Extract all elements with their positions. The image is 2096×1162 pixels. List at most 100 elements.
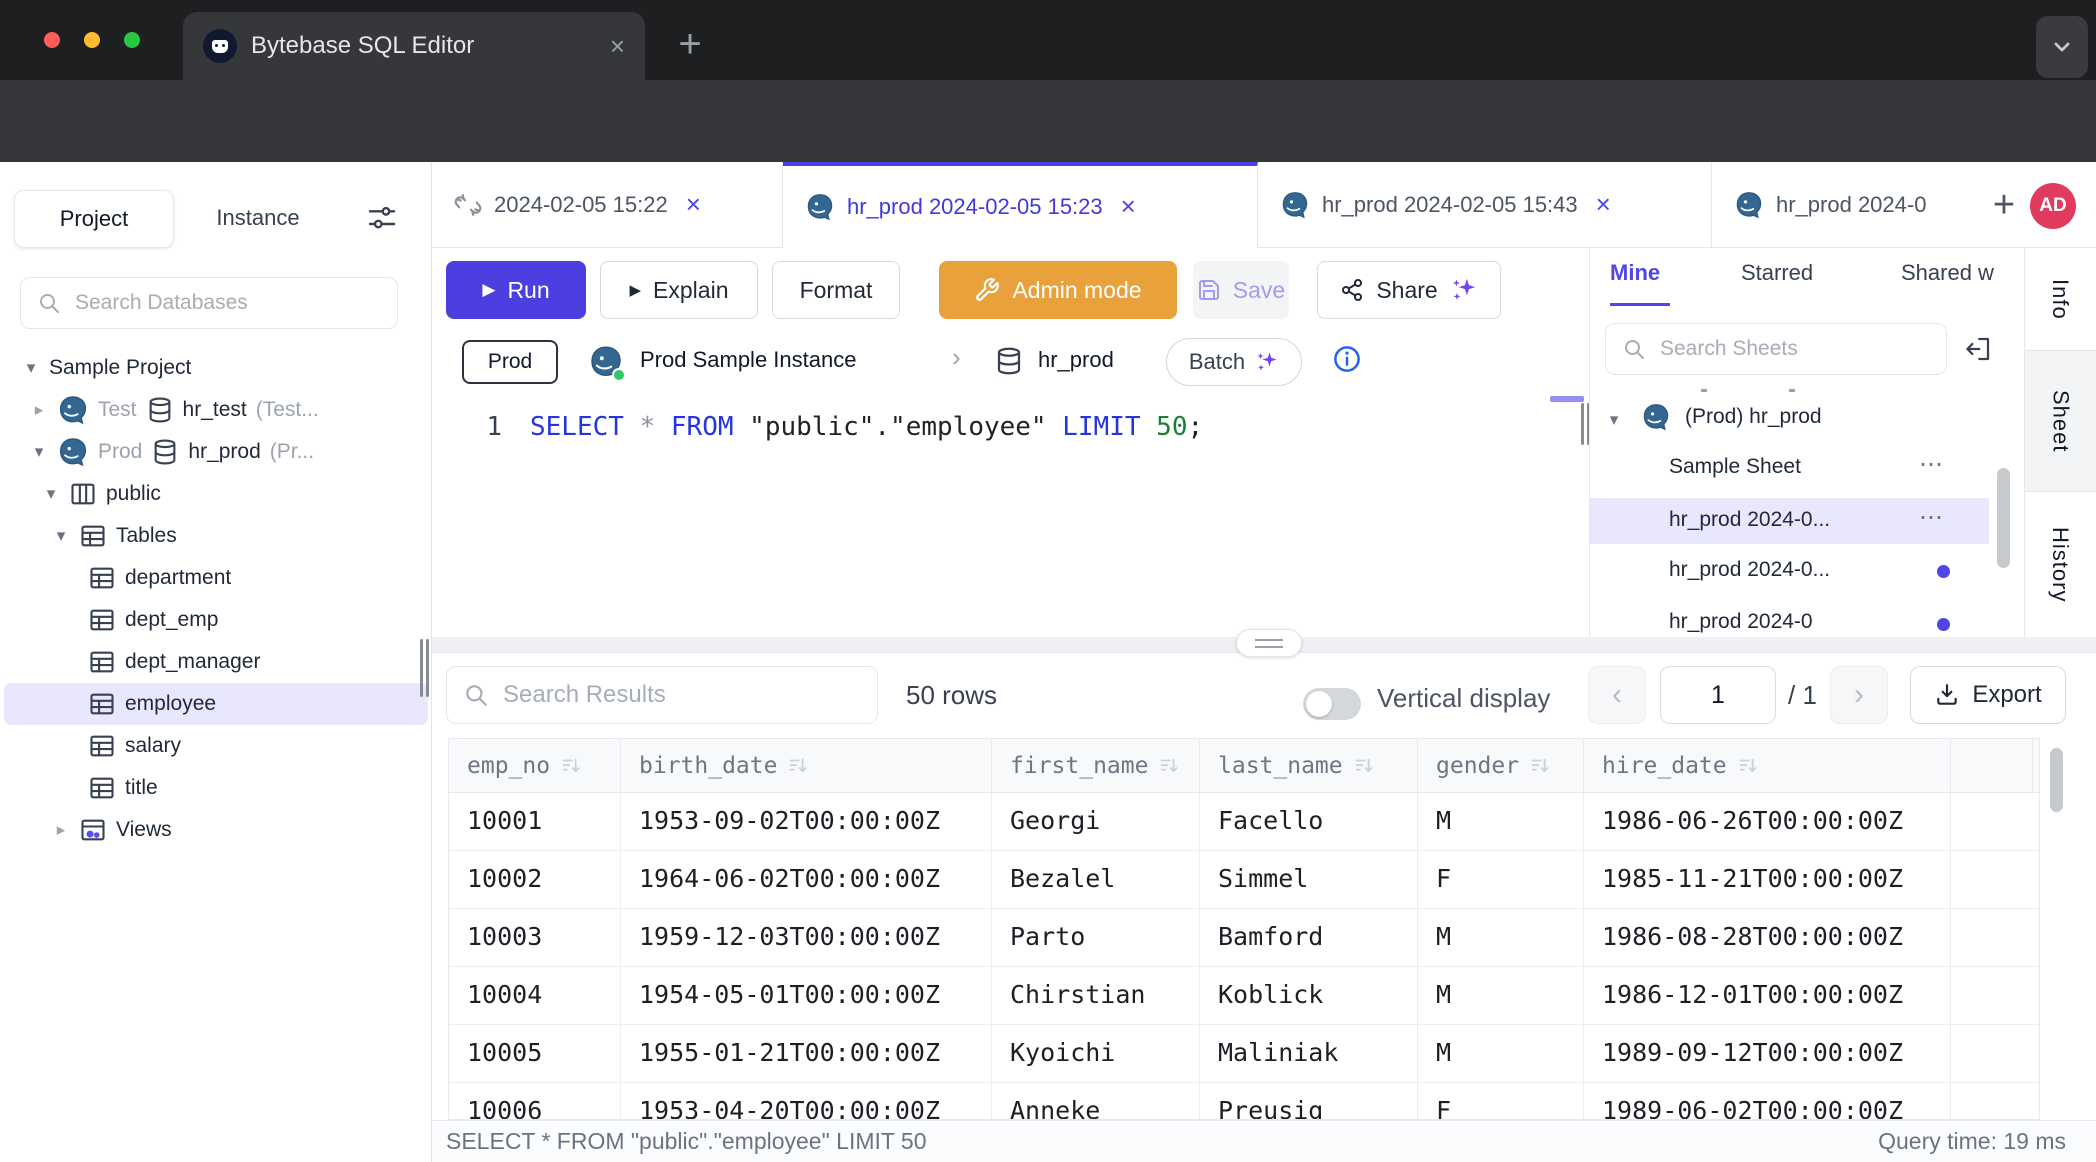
- table-row[interactable]: 100051955-01-21T00:00:00ZKyoichiMaliniak…: [449, 1025, 2039, 1083]
- new-sheet-tab-button[interactable]: +: [1980, 178, 2028, 232]
- tree-item-schema-public[interactable]: ▾ public: [0, 473, 432, 515]
- column-header[interactable]: first_name: [992, 739, 1200, 792]
- batch-button[interactable]: Batch: [1166, 338, 1302, 386]
- admin-mode-button[interactable]: Admin mode: [939, 261, 1177, 319]
- sheet-item[interactable]: Sample Sheet: [1669, 455, 1801, 479]
- table-row[interactable]: 100061953-04-20T00:00:00ZAnnekePreusigF1…: [449, 1083, 2039, 1120]
- search-databases-input[interactable]: [73, 290, 381, 316]
- tree-item-table-dept-manager[interactable]: dept_manager: [0, 641, 432, 683]
- scrollbar-thumb[interactable]: [1997, 468, 2010, 568]
- panel-resize-handle[interactable]: [1581, 403, 1584, 445]
- caret-down-icon[interactable]: ▾: [1605, 410, 1623, 430]
- tree-item-table-department[interactable]: department: [0, 557, 432, 599]
- column-header[interactable]: gender: [1418, 739, 1584, 792]
- tree-item-hr-test[interactable]: ▸ Test hr_test (Test...: [0, 389, 432, 431]
- explain-button[interactable]: ▶ Explain: [600, 261, 758, 319]
- window-close-button[interactable]: [44, 32, 60, 48]
- sort-icon[interactable]: [560, 755, 582, 777]
- sheet-item[interactable]: hr_prod 2024-0: [1669, 610, 1813, 634]
- close-icon[interactable]: ×: [1121, 191, 1136, 222]
- play-icon: ▶: [482, 280, 495, 300]
- sort-icon[interactable]: [1353, 755, 1375, 777]
- next-page-button[interactable]: ›: [1830, 666, 1888, 724]
- table-scrollbar-thumb[interactable]: [2050, 748, 2063, 812]
- tab-shared-with-me[interactable]: Shared w: [1901, 260, 2023, 286]
- window-minimize-button[interactable]: [84, 32, 100, 48]
- column-header[interactable]: last_name: [1200, 739, 1418, 792]
- prev-page-button[interactable]: ‹: [1588, 666, 1646, 724]
- info-icon[interactable]: [1332, 344, 1362, 374]
- caret-right-icon[interactable]: ▸: [52, 820, 70, 840]
- breadcrumb-database[interactable]: hr_prod: [1038, 347, 1114, 373]
- export-button[interactable]: Export: [1910, 666, 2066, 724]
- new-tab-button[interactable]: +: [668, 22, 712, 66]
- sort-icon[interactable]: [1529, 755, 1551, 777]
- tree-item-views-group[interactable]: ▸ Views: [0, 809, 432, 851]
- tab-close-icon[interactable]: ×: [610, 31, 625, 62]
- tab-mine[interactable]: Mine: [1610, 260, 1660, 286]
- table-row[interactable]: 100011953-09-02T00:00:00ZGeorgiFacelloM1…: [449, 793, 2039, 851]
- caret-down-icon[interactable]: ▾: [22, 358, 40, 378]
- column-header[interactable]: hire_date: [1584, 739, 1951, 792]
- close-icon[interactable]: ×: [686, 189, 701, 220]
- sidebar-resize-handle[interactable]: [420, 639, 423, 697]
- sheet-tab-2-active[interactable]: hr_prod 2024-02-05 15:23 ×: [783, 162, 1258, 248]
- tab-history[interactable]: History: [2024, 492, 2096, 637]
- sort-icon[interactable]: [1737, 755, 1759, 777]
- window-zoom-button[interactable]: [124, 32, 140, 48]
- run-button[interactable]: ▶ Run: [446, 261, 586, 319]
- tree-item-table-title[interactable]: title: [0, 767, 432, 809]
- table-row[interactable]: 100041954-05-01T00:00:00ZChirstianKoblic…: [449, 967, 2039, 1025]
- sheet-group-label[interactable]: (Prod) hr_prod: [1685, 405, 1822, 429]
- tab-instance[interactable]: Instance: [196, 190, 320, 246]
- caret-right-icon[interactable]: ▸: [30, 400, 48, 420]
- search-sheets-input[interactable]: [1658, 336, 1930, 362]
- save-button[interactable]: Save: [1193, 261, 1289, 319]
- import-sheet-icon[interactable]: [1963, 334, 1993, 364]
- tab-sheet[interactable]: Sheet: [2024, 350, 2096, 492]
- sheet-item[interactable]: hr_prod 2024-0...: [1669, 558, 1830, 582]
- column-header[interactable]: emp_no: [449, 739, 621, 792]
- vertical-display-toggle[interactable]: [1303, 688, 1361, 720]
- table-row[interactable]: 100021964-06-02T00:00:00ZBezalelSimmelF1…: [449, 851, 2039, 909]
- sort-icon[interactable]: [1158, 755, 1180, 777]
- breadcrumb-instance[interactable]: Prod Sample Instance: [640, 347, 856, 373]
- tab-project[interactable]: Project: [14, 190, 174, 248]
- tree-item-tables-group[interactable]: ▾ Tables: [0, 515, 432, 557]
- tree-item-table-dept-emp[interactable]: dept_emp: [0, 599, 432, 641]
- caret-down-icon[interactable]: ▾: [30, 442, 48, 462]
- search-sheets-box[interactable]: [1605, 323, 1947, 375]
- sheet-tab-1[interactable]: 2024-02-05 15:22 ×: [432, 162, 783, 248]
- avatar[interactable]: AD: [2030, 183, 2076, 229]
- sheet-tab-4[interactable]: hr_prod 2024-0: [1712, 162, 1974, 248]
- table-row[interactable]: 100031959-12-03T00:00:00ZPartoBamfordM19…: [449, 909, 2039, 967]
- sheet-tab-3[interactable]: hr_prod 2024-02-05 15:43 ×: [1258, 162, 1712, 248]
- tab-starred[interactable]: Starred: [1741, 260, 1813, 286]
- tab-search-button[interactable]: [2036, 16, 2088, 78]
- search-databases-box[interactable]: [20, 277, 398, 329]
- sql-code-line[interactable]: SELECT * FROM "public"."employee" LIMIT …: [530, 412, 1203, 442]
- tree-item-table-salary[interactable]: salary: [0, 725, 432, 767]
- tree-item-hr-prod[interactable]: ▾ Prod hr_prod (Pr...: [0, 431, 432, 473]
- filter-settings-icon[interactable]: [366, 202, 398, 234]
- search-results-box[interactable]: [446, 666, 878, 724]
- search-results-input[interactable]: [501, 680, 861, 710]
- sort-icon[interactable]: [787, 755, 809, 777]
- more-options-icon[interactable]: ⋯: [1919, 450, 1945, 479]
- caret-down-icon[interactable]: ▾: [42, 484, 60, 504]
- more-options-icon[interactable]: ⋯: [1919, 503, 1945, 532]
- tree-item-table-employee[interactable]: employee: [0, 683, 432, 725]
- close-icon[interactable]: ×: [1596, 189, 1611, 220]
- share-button[interactable]: Share: [1317, 261, 1501, 319]
- column-header[interactable]: birth_date: [621, 739, 992, 792]
- divider-drag-handle[interactable]: [1236, 629, 1302, 657]
- page-number-input[interactable]: [1660, 666, 1776, 724]
- tab-info[interactable]: Info: [2024, 248, 2096, 350]
- sheet-item-selected[interactable]: hr_prod 2024-0...: [1669, 508, 1830, 532]
- format-button[interactable]: Format: [772, 261, 900, 319]
- browser-tab[interactable]: Bytebase SQL Editor ×: [183, 12, 645, 80]
- editor-scrollbar-indicator[interactable]: [1550, 396, 1584, 402]
- caret-down-icon[interactable]: ▾: [52, 526, 70, 546]
- tree-item-project-root[interactable]: ▾ Sample Project: [0, 347, 432, 389]
- sidebar-resize-handle[interactable]: [426, 639, 429, 697]
